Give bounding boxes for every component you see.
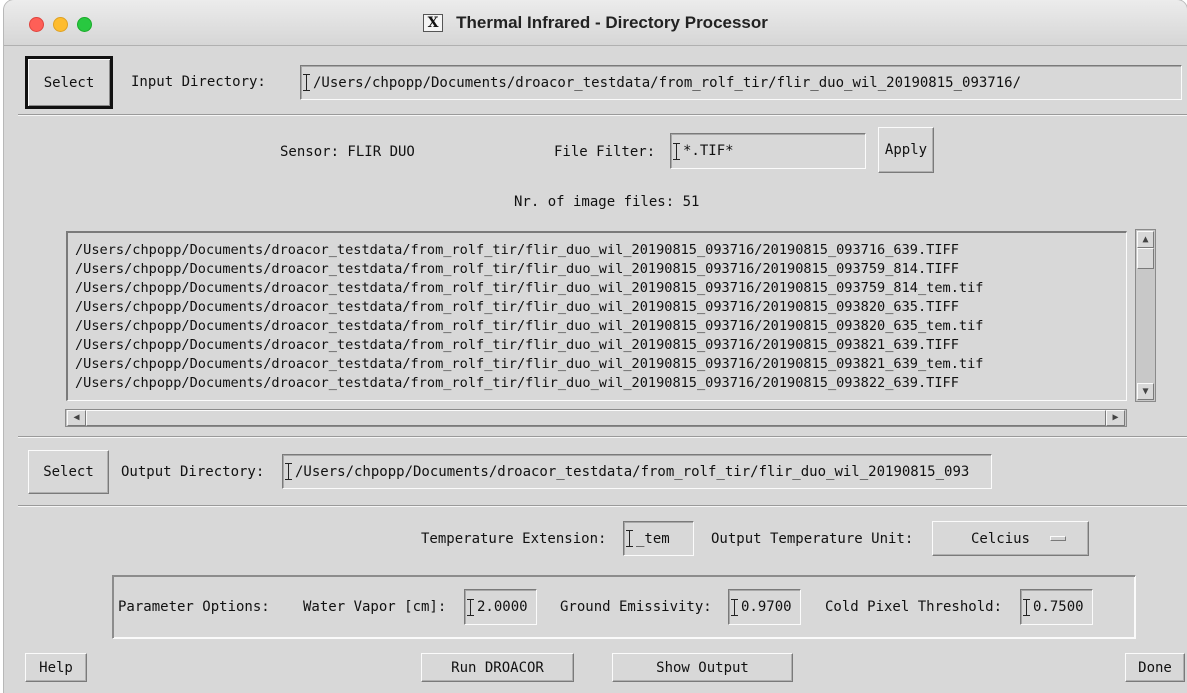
image-count-label: Nr. of image files: 51 <box>514 194 700 210</box>
cold-pixel-threshold-input[interactable]: 0.7500 <box>1020 589 1093 625</box>
sensor-label: Sensor: FLIR DUO <box>280 144 415 160</box>
file-list-vertical-scrollbar[interactable]: ▲ ▼ <box>1135 229 1156 402</box>
window-title: Thermal Infrared - Directory Processor <box>456 13 768 32</box>
scroll-left-arrow-icon[interactable]: ◀ <box>67 410 86 426</box>
water-vapor-value: 2.0000 <box>477 599 528 615</box>
apply-button[interactable]: Apply <box>878 127 934 173</box>
file-filter-value: *.TIF* <box>683 143 734 159</box>
text-cursor-icon <box>626 530 636 547</box>
vertical-scroll-thumb[interactable] <box>1137 248 1154 269</box>
temperature-unit-dropdown[interactable]: Celcius <box>932 521 1089 556</box>
divider-middle <box>18 436 1187 438</box>
output-directory-label: Output Directory: <box>121 464 265 480</box>
temperature-extension-input[interactable]: _tem <box>623 521 694 556</box>
list-item[interactable]: /Users/chpopp/Documents/droacor_testdata… <box>75 298 1126 317</box>
scroll-down-arrow-icon[interactable]: ▼ <box>1137 383 1154 400</box>
output-directory-value: /Users/chpopp/Documents/droacor_testdata… <box>295 463 970 480</box>
input-select-button[interactable]: Select <box>25 56 113 109</box>
list-item[interactable]: /Users/chpopp/Documents/droacor_testdata… <box>75 241 1126 260</box>
output-directory-field[interactable]: /Users/chpopp/Documents/droacor_testdata… <box>282 454 992 489</box>
temperature-unit-value: Celcius <box>970 530 1030 547</box>
output-select-button[interactable]: Select <box>28 450 109 494</box>
cold-pixel-threshold-label: Cold Pixel Threshold: <box>825 599 1003 615</box>
list-item[interactable]: /Users/chpopp/Documents/droacor_testdata… <box>75 336 1126 355</box>
text-cursor-icon <box>673 142 683 160</box>
input-directory-value: /Users/chpopp/Documents/droacor_testdata… <box>313 74 1022 91</box>
water-vapor-label: Water Vapor [cm]: <box>303 599 447 615</box>
text-cursor-icon <box>467 598 477 616</box>
file-list[interactable]: /Users/chpopp/Documents/droacor_testdata… <box>66 231 1127 401</box>
input-directory-field[interactable]: /Users/chpopp/Documents/droacor_testdata… <box>300 65 1182 100</box>
list-item[interactable]: /Users/chpopp/Documents/droacor_testdata… <box>75 374 1126 393</box>
list-item[interactable]: /Users/chpopp/Documents/droacor_testdata… <box>75 260 1126 279</box>
horizontal-scroll-thumb[interactable] <box>86 410 1106 426</box>
water-vapor-input[interactable]: 2.0000 <box>464 589 537 625</box>
list-item[interactable]: /Users/chpopp/Documents/droacor_testdata… <box>75 317 1126 336</box>
text-cursor-icon <box>731 598 741 616</box>
file-filter-input[interactable]: *.TIF* <box>670 133 866 169</box>
show-output-button[interactable]: Show Output <box>612 653 793 682</box>
scroll-up-arrow-icon[interactable]: ▲ <box>1137 231 1154 248</box>
help-button[interactable]: Help <box>25 653 87 682</box>
parameter-options-label: Parameter Options: <box>118 599 270 615</box>
title-bar[interactable]: X Thermal Infrared - Directory Processor <box>4 0 1187 46</box>
list-item[interactable]: /Users/chpopp/Documents/droacor_testdata… <box>75 279 1126 298</box>
divider-lower <box>18 505 1187 507</box>
dropdown-indicator-icon <box>1050 536 1066 541</box>
window-title-container: X Thermal Infrared - Directory Processor <box>4 0 1187 46</box>
text-cursor-icon <box>285 463 295 480</box>
ground-emissivity-input[interactable]: 0.9700 <box>728 589 801 625</box>
run-droacor-button[interactable]: Run DROACOR <box>421 653 574 682</box>
input-directory-label: Input Directory: <box>131 74 266 90</box>
scroll-right-arrow-icon[interactable]: ▶ <box>1106 410 1125 426</box>
temperature-extension-label: Temperature Extension: <box>421 531 607 547</box>
ground-emissivity-label: Ground Emissivity: <box>560 599 712 615</box>
text-cursor-icon <box>1023 598 1033 616</box>
cold-pixel-threshold-value: 0.7500 <box>1033 599 1084 615</box>
temperature-unit-label: Output Temperature Unit: <box>711 531 914 547</box>
x11-app-icon: X <box>423 14 444 32</box>
app-window: X Thermal Infrared - Directory Processor… <box>4 0 1187 693</box>
file-filter-label: File Filter: <box>554 144 656 160</box>
divider-top <box>18 114 1187 116</box>
temperature-extension-value: _tem <box>636 530 670 547</box>
file-list-horizontal-scrollbar[interactable]: ◀ ▶ <box>65 409 1127 427</box>
ground-emissivity-value: 0.9700 <box>741 599 792 615</box>
text-cursor-icon <box>303 74 313 91</box>
list-item[interactable]: /Users/chpopp/Documents/droacor_testdata… <box>75 355 1126 374</box>
done-button[interactable]: Done <box>1125 653 1185 682</box>
